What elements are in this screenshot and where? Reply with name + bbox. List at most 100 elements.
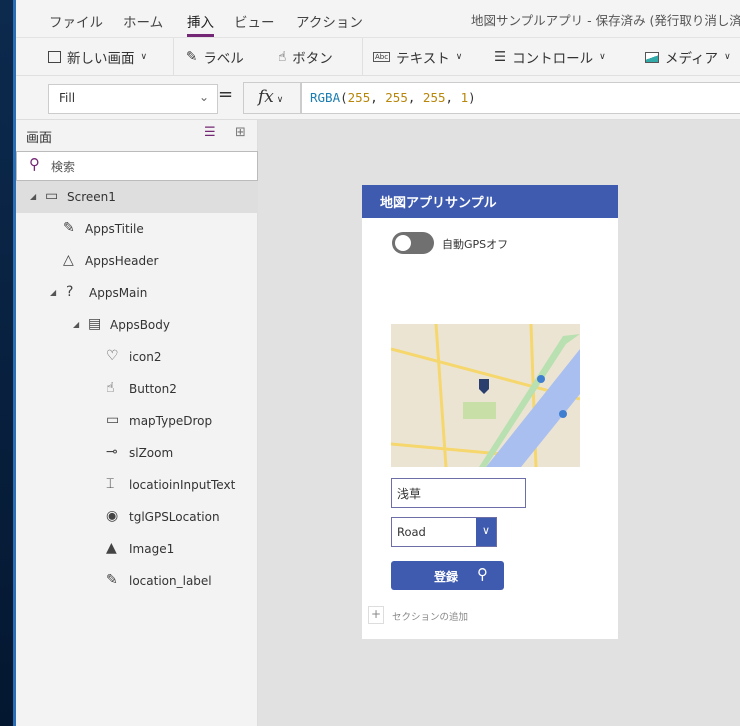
button-icon: ☝ — [106, 380, 115, 396]
button-label: ボタン — [292, 51, 333, 67]
toggle-knob — [395, 235, 411, 251]
fx-icon: fx — [258, 87, 274, 107]
controls-label: コントロール — [512, 51, 594, 67]
label-label: ラベル — [203, 51, 244, 67]
gps-toggle[interactable] — [392, 232, 434, 254]
tree-item-appstitile[interactable]: ✎ AppsTitile — [16, 213, 258, 245]
chevron-down-icon: ∨ — [140, 52, 148, 62]
equals-sign: = — [218, 84, 234, 105]
chevron-down-icon: ⌄ — [198, 90, 209, 104]
register-button[interactable]: 登録 ⚲ — [391, 561, 504, 590]
button-button[interactable]: ☝ ボタン — [278, 47, 333, 67]
label-button[interactable]: ✎ ラベル — [186, 47, 244, 67]
label-icon: ✎ — [186, 49, 198, 65]
icons-icon: ♡ — [106, 348, 119, 364]
dropdown-icon: ▭ — [106, 412, 120, 428]
tree-item-maptypedrop[interactable]: ▭ mapTypeDrop — [16, 405, 258, 437]
button-icon: ☝ — [278, 49, 287, 65]
expand-triangle-icon[interactable]: ◢ — [30, 192, 36, 201]
toggle-label: 自動GPSオフ — [442, 238, 509, 251]
tree-item-appsheader[interactable]: △ AppsHeader — [16, 245, 258, 277]
expand-triangle-icon[interactable]: ◢ — [73, 320, 79, 329]
register-label: 登録 — [434, 570, 459, 584]
tree-item-label: AppsBody — [110, 318, 170, 332]
shapes-icon: △ — [63, 252, 74, 268]
map-pin-icon: ⚲ — [477, 565, 488, 583]
property-value: Fill — [59, 91, 76, 105]
tree-item-label: AppsTitile — [85, 222, 144, 236]
new-screen-button[interactable]: 新しい画面 ∨ — [48, 47, 147, 67]
unknown-icon: ? — [66, 284, 74, 300]
slider-icon: ⊸ — [106, 444, 118, 460]
tree-item-locatioininputtext[interactable]: ⌶ locatioinInputText — [16, 469, 258, 501]
thumbnail-view-icon[interactable]: ⊞ — [235, 125, 246, 140]
chevron-down-icon: ∨ — [476, 518, 496, 546]
formula-arg: 255 — [385, 90, 408, 105]
chevron-down-icon: ∨ — [455, 52, 463, 62]
tree-item-screen1[interactable]: ◢ ▭ Screen1 — [16, 181, 258, 213]
text-button[interactable]: Abc テキスト ∨ — [373, 47, 462, 67]
new-screen-label: 新しい画面 — [67, 51, 135, 67]
search-icon: ⚲ — [29, 155, 40, 173]
app-header: 地図アプリサンプル — [362, 185, 618, 218]
window-title: 地図サンプルアプリ - 保存済み (発行取り消し済み — [471, 13, 740, 28]
toggle-icon: ◉ — [106, 508, 119, 524]
add-section-icon[interactable]: + — [368, 606, 384, 624]
form-icon: ▤ — [88, 316, 102, 332]
tree-item-location_label[interactable]: ✎ location_label — [16, 565, 258, 597]
menu-insert[interactable]: 挿入 — [187, 11, 214, 37]
tree-item-label: AppsHeader — [85, 254, 159, 268]
text-input-icon: ⌶ — [106, 476, 115, 492]
tree-item-label: slZoom — [129, 446, 174, 460]
tree-item-icon2[interactable]: ♡ icon2 — [16, 341, 258, 373]
label-icon: ✎ — [106, 572, 118, 588]
formula-bar: Fill ⌄ = fx ∨ RGBA(255, 255, 255, 1) — [16, 76, 740, 120]
tree-item-label: Button2 — [129, 382, 177, 396]
controls-icon: ☰ — [494, 49, 507, 65]
menu-file[interactable]: ファイル — [49, 11, 103, 31]
search-input[interactable]: ⚲ 検索 — [16, 151, 258, 181]
formula-arg: 1 — [460, 90, 469, 105]
text-label: テキスト — [396, 51, 450, 67]
chevron-down-icon: ∨ — [599, 52, 606, 62]
fx-button[interactable]: fx ∨ — [243, 82, 301, 114]
tree-view-icon[interactable]: ☰ — [204, 125, 216, 140]
label-icon: ✎ — [63, 220, 75, 236]
location-value: 浅草 — [397, 487, 422, 501]
property-dropdown[interactable]: Fill ⌄ — [48, 84, 218, 114]
menu-home[interactable]: ホーム — [123, 11, 163, 31]
search-placeholder: 検索 — [51, 160, 76, 174]
media-button[interactable]: メディア ∨ — [645, 47, 731, 67]
media-icon — [645, 51, 659, 63]
map-image — [391, 324, 580, 467]
tree-item-appsbody[interactable]: ◢ ▤ AppsBody — [16, 309, 258, 341]
map-type-value: Road — [397, 525, 426, 539]
chevron-down-icon: ∨ — [724, 52, 731, 62]
tree-view-panel: 画面 ☰ ⊞ ⚲ 検索 ◢ ▭ Screen1 ✎ AppsTitile △ AppsHead… — [16, 120, 258, 726]
tree-item-label: AppsMain — [89, 286, 148, 300]
image-icon: ▲ — [106, 540, 117, 556]
menu-view[interactable]: ビュー — [234, 11, 275, 31]
tree-item-tglgpslocation[interactable]: ◉ tglGPSLocation — [16, 501, 258, 533]
map-type-dropdown[interactable]: Road ∨ — [391, 517, 497, 547]
location-input[interactable]: 浅草 — [391, 478, 526, 508]
tree-item-image1[interactable]: ▲ Image1 — [16, 533, 258, 565]
tree-item-slzoom[interactable]: ⊸ slZoom — [16, 437, 258, 469]
tree-item-label: tglGPSLocation — [129, 510, 220, 524]
app-screen-preview: 地図アプリサンプル 自動GPSオフ 浅草 Road ∨ 登録 ⚲ + セクションの追… — [362, 185, 618, 639]
add-section-label[interactable]: セクションの追加 — [392, 609, 468, 623]
menu-bar: ファイル ホーム 挿入 ビュー アクション 地図サンプルアプリ - 保存済み (… — [16, 0, 740, 38]
menu-action[interactable]: アクション — [296, 11, 363, 31]
tree-item-label: mapTypeDrop — [129, 414, 213, 428]
text-icon: Abc — [373, 52, 391, 62]
expand-triangle-icon[interactable]: ◢ — [50, 288, 56, 297]
formula-function: RGBA — [310, 90, 341, 105]
media-label: メディア — [665, 51, 719, 67]
tree-item-button2[interactable]: ☝ Button2 — [16, 373, 258, 405]
desktop-background — [0, 0, 16, 726]
tree-item-appsmain[interactable]: ◢? AppsMain — [16, 277, 258, 309]
insert-toolbar: 新しい画面 ∨ ✎ ラベル ☝ ボタン Abc テキスト ∨ ☰ コントロール ∨ メディア ∨ — [16, 38, 740, 76]
formula-input[interactable]: RGBA(255, 255, 255, 1) — [301, 82, 740, 114]
controls-button[interactable]: ☰ コントロール ∨ — [494, 47, 606, 67]
tree-item-label: icon2 — [129, 350, 162, 364]
